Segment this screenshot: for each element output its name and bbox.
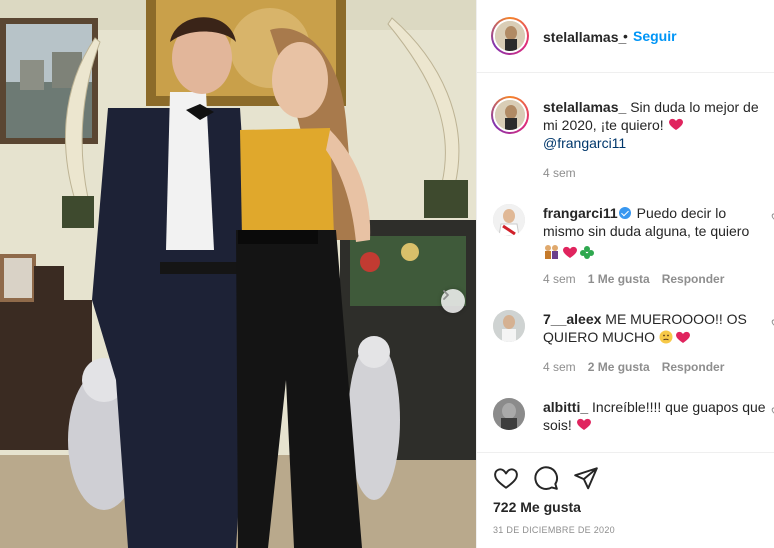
commenter-avatar[interactable]: [493, 204, 525, 236]
likes-count[interactable]: 722 Me gusta: [493, 499, 581, 515]
red-heart-emoji-icon: [668, 118, 683, 130]
comment-row: albitti_ Increíble!!!! que guapos que so…: [477, 396, 774, 450]
reply-button[interactable]: Responder: [662, 360, 725, 374]
commenter-avatar[interactable]: [493, 398, 525, 430]
heart-outline-icon[interactable]: [493, 465, 519, 491]
comment-text: albitti_ Increíble!!!! que guapos que so…: [543, 398, 771, 434]
verified-badge-icon: [618, 207, 631, 219]
author-avatar-image: [495, 21, 525, 51]
comment-meta: 4 sem 2 Me gusta Responder: [543, 360, 736, 374]
author-avatar[interactable]: [491, 17, 529, 55]
caption-time[interactable]: 4 sem: [543, 166, 576, 180]
follow-separator: •: [623, 28, 628, 44]
caption-mention-link[interactable]: @frangarci11: [543, 135, 626, 151]
post-actions: 722 Me gusta 31 DE DICIEMBRE DE 2020: [477, 452, 774, 548]
comments-list: stelallamas_ Sin duda lo mejor de mi 202…: [477, 74, 774, 450]
post-side-panel: stelallamas_ • Seguir stelallamas_ Sin d…: [476, 0, 774, 548]
post-date[interactable]: 31 DE DICIEMBRE DE 2020: [493, 525, 615, 535]
speech-bubble-icon[interactable]: [533, 465, 559, 491]
author-username[interactable]: stelallamas_: [543, 29, 626, 45]
chevron-right-icon: [443, 290, 449, 300]
paper-plane-icon[interactable]: [573, 465, 599, 491]
red-heart-emoji-icon: [576, 418, 591, 430]
emoji-group-icon: [659, 330, 690, 344]
post-photo: [0, 0, 476, 548]
caption-username[interactable]: stelallamas_: [543, 99, 626, 115]
caption-author-avatar[interactable]: [491, 96, 529, 134]
commenter-avatar[interactable]: [493, 310, 525, 342]
comment-username[interactable]: 7__aleex: [543, 311, 601, 327]
comment-text: frangarci11 Puedo decir lo mismo sin dud…: [543, 204, 771, 264]
comment-meta: 4 sem 1 Me gusta Responder: [543, 272, 736, 286]
comment-username[interactable]: albitti_: [543, 399, 588, 415]
comment-row: 7__aleex ME MUEROOOO!! OS QUIERO MUCHO 4…: [477, 308, 774, 382]
photo-illustration: [0, 0, 476, 548]
comment-text: 7__aleex ME MUEROOOO!! OS QUIERO MUCHO: [543, 310, 771, 346]
caption-text: stelallamas_ Sin duda lo mejor de mi 202…: [543, 98, 771, 152]
caption-meta: 4 sem: [543, 166, 588, 180]
comment-likes[interactable]: 2 Me gusta: [588, 360, 650, 374]
comment-username[interactable]: frangarci11: [543, 205, 618, 221]
caption-row: stelallamas_ Sin duda lo mejor de mi 202…: [477, 96, 774, 186]
comment-likes[interactable]: 1 Me gusta: [588, 272, 650, 286]
comment-time[interactable]: 4 sem: [543, 360, 576, 374]
comment-time[interactable]: 4 sem: [543, 272, 576, 286]
next-photo-button[interactable]: [441, 289, 465, 313]
follow-button[interactable]: Seguir: [633, 28, 677, 44]
post-header: stelallamas_ • Seguir: [477, 0, 774, 73]
reply-button[interactable]: Responder: [662, 272, 725, 286]
emoji-group-icon: [545, 245, 594, 259]
comment-row: frangarci11 Puedo decir lo mismo sin dud…: [477, 202, 774, 288]
